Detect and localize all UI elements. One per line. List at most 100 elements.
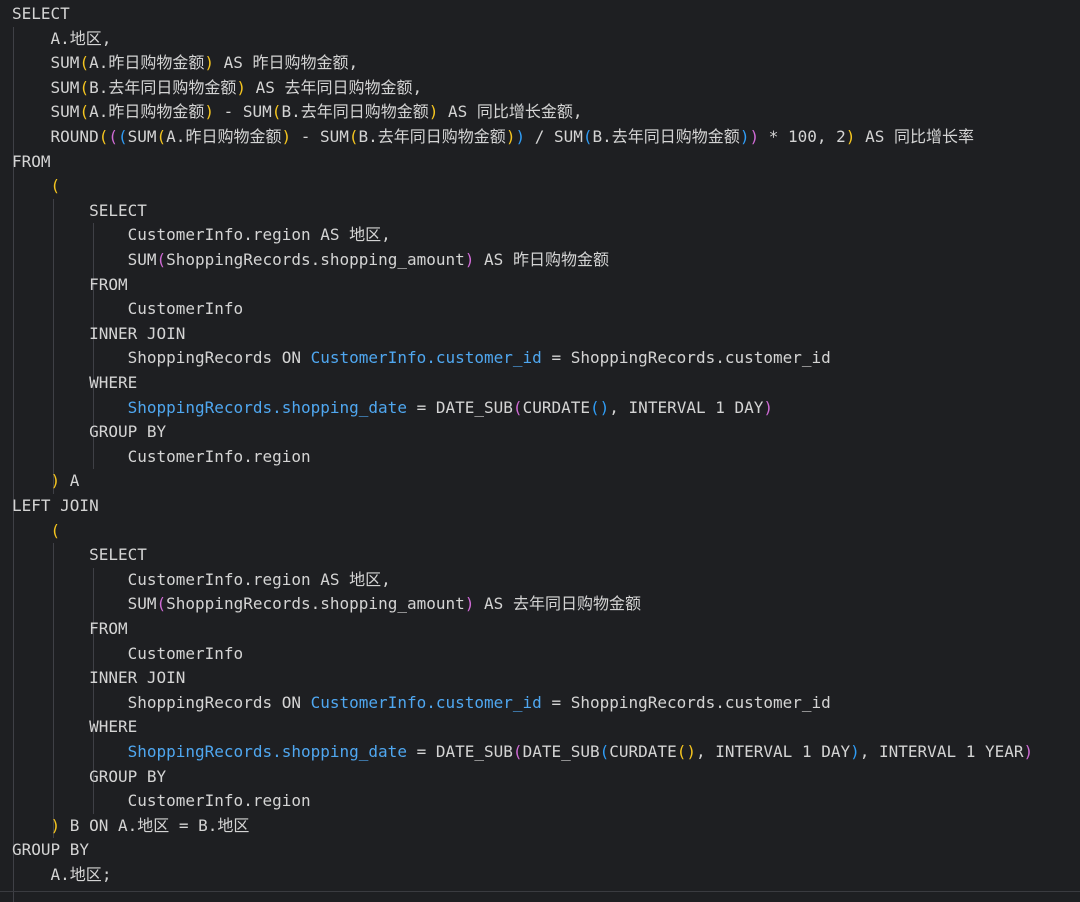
code-line[interactable]: ROUND(((SUM(A.昨日购物金额) - SUM(B.去年同日购物金额))… (12, 125, 974, 150)
code-token: ( (117, 127, 128, 146)
code-token: ) (464, 594, 475, 614)
editor-bottom-border (0, 891, 1080, 892)
code-token: ) (515, 127, 526, 146)
code-line[interactable]: WHERE (12, 715, 137, 740)
code-token: SUM (127, 127, 157, 146)
code-line[interactable]: SUM(ShoppingRecords.shopping_amount) AS … (12, 248, 609, 273)
code-line[interactable]: ShoppingRecords.shopping_date = DATE_SUB… (12, 740, 1034, 765)
code-line[interactable]: FROM (12, 150, 51, 175)
code-line[interactable]: A.地区; (12, 863, 112, 888)
code-line[interactable]: SUM(ShoppingRecords.shopping_amount) AS … (12, 592, 641, 617)
code-token: ) (599, 397, 610, 417)
code-line[interactable]: GROUP BY (12, 420, 166, 445)
code-token: ( (79, 102, 90, 122)
code-token: A (60, 471, 80, 491)
code-token: B.去年同日购物金额 (592, 127, 740, 146)
code-token: CustomerInfo.region (12, 791, 311, 811)
code-token: ( (512, 742, 523, 761)
code-line[interactable]: SUM(A.昨日购物金额) AS 昨日购物金额, (12, 51, 359, 76)
code-line[interactable]: ShoppingRecords ON CustomerInfo.customer… (12, 691, 831, 716)
code-token: ) (739, 127, 750, 146)
code-line[interactable]: INNER JOIN (12, 666, 185, 691)
code-token: - SUM (291, 127, 349, 146)
code-line[interactable]: ShoppingRecords ON CustomerInfo.customer… (12, 346, 831, 371)
code-token: ) (845, 127, 856, 146)
code-line[interactable]: ) A (12, 469, 80, 494)
code-token: , INTERVAL 1 DAY (695, 742, 851, 761)
code-token: ) (50, 815, 61, 835)
code-token: LEFT JOIN (12, 496, 99, 515)
code-token: ) (749, 127, 760, 146)
code-token: ( (79, 53, 90, 73)
code-line[interactable]: ShoppingRecords.shopping_date = DATE_SUB… (12, 396, 773, 421)
code-line[interactable]: CustomerInfo.region AS 地区, (12, 223, 391, 248)
code-token: ( (156, 250, 167, 269)
code-editor[interactable]: SELECT A.地区, SUM(A.昨日购物金额) AS 昨日购物金额, SU… (0, 0, 1080, 902)
code-line[interactable]: SELECT (12, 2, 70, 27)
code-token: , INTERVAL 1 YEAR (859, 742, 1024, 761)
code-token: A.昨日购物金额 (166, 127, 282, 146)
code-token: ( (50, 176, 61, 196)
code-line[interactable]: ( (12, 174, 61, 199)
code-line[interactable]: CustomerInfo.region AS 地区, (12, 568, 391, 593)
code-line[interactable]: SELECT (12, 199, 147, 224)
code-line[interactable]: LEFT JOIN (12, 494, 99, 519)
code-token: AS 同比增长率 (855, 127, 974, 146)
code-line[interactable]: CustomerInfo (12, 297, 244, 322)
code-line[interactable]: CustomerInfo.region (12, 789, 311, 814)
code-token: AS 昨日购物金额, (214, 53, 359, 73)
code-token: ) (850, 742, 860, 761)
code-token: = ShoppingRecords.customer_id (541, 692, 831, 712)
code-token: ( (676, 742, 687, 761)
code-token: ; (101, 865, 112, 884)
code-token: SELECT (12, 4, 70, 23)
code-token: ( (156, 594, 167, 614)
code-token: GROUP BY (12, 840, 90, 860)
code-token: INNER JOIN (12, 668, 186, 688)
code-token: ShoppingRecords.shopping_date (127, 742, 407, 761)
code-line[interactable]: ) B ON A.地区 = B.地区 (12, 814, 250, 839)
code-token: SUM (12, 102, 80, 122)
code-token: ( (98, 127, 109, 146)
code-token: CustomerInfo (12, 299, 244, 319)
code-token: ( (50, 520, 61, 540)
code-line[interactable]: GROUP BY (12, 765, 166, 790)
code-token: FROM (12, 151, 51, 171)
code-token: = ShoppingRecords.customer_id (541, 348, 831, 368)
code-token: , INTERVAL 1 DAY (609, 397, 764, 417)
code-token: ) (763, 397, 774, 417)
code-line[interactable]: WHERE (12, 371, 137, 396)
code-line[interactable]: ( (12, 519, 61, 544)
code-token: A.地区, (12, 28, 112, 48)
code-token: ShoppingRecords ON (12, 692, 311, 712)
code-line[interactable]: A.地区, (12, 27, 112, 52)
code-token: ShoppingRecords.shopping_amount (166, 250, 465, 269)
code-line[interactable]: SUM(B.去年同日购物金额) AS 去年同日购物金额, (12, 76, 423, 101)
code-token: B.去年同日购物金额 (358, 127, 506, 146)
code-token: ) (281, 127, 292, 146)
code-token: ( (271, 102, 282, 122)
code-token: ( (512, 397, 523, 417)
code-line[interactable]: INNER JOIN (12, 322, 185, 347)
code-line[interactable]: CustomerInfo.region (12, 445, 311, 470)
code-token: = DATE_SUB (406, 742, 513, 761)
code-token: ( (79, 77, 90, 97)
code-token: ShoppingRecords ON (12, 348, 311, 368)
code-line[interactable]: GROUP BY (12, 838, 89, 863)
code-token: A.地区 (12, 865, 102, 884)
code-line[interactable]: CustomerInfo (12, 642, 244, 667)
code-token: / SUM (525, 127, 583, 146)
code-token: CustomerInfo.region AS 地区, (12, 569, 391, 589)
code-token: ) (505, 127, 516, 146)
code-token: ) (464, 250, 475, 269)
code-token: ( (348, 127, 359, 146)
code-line[interactable]: SELECT (12, 543, 147, 568)
code-line[interactable]: FROM (12, 273, 128, 298)
code-token: ) (1023, 742, 1034, 761)
code-token: A.昨日购物金额 (89, 53, 205, 73)
code-line[interactable]: SUM(A.昨日购物金额) - SUM(B.去年同日购物金额) AS 同比增长金… (12, 100, 583, 125)
code-line[interactable]: FROM (12, 617, 128, 642)
code-token: ) (204, 53, 214, 73)
